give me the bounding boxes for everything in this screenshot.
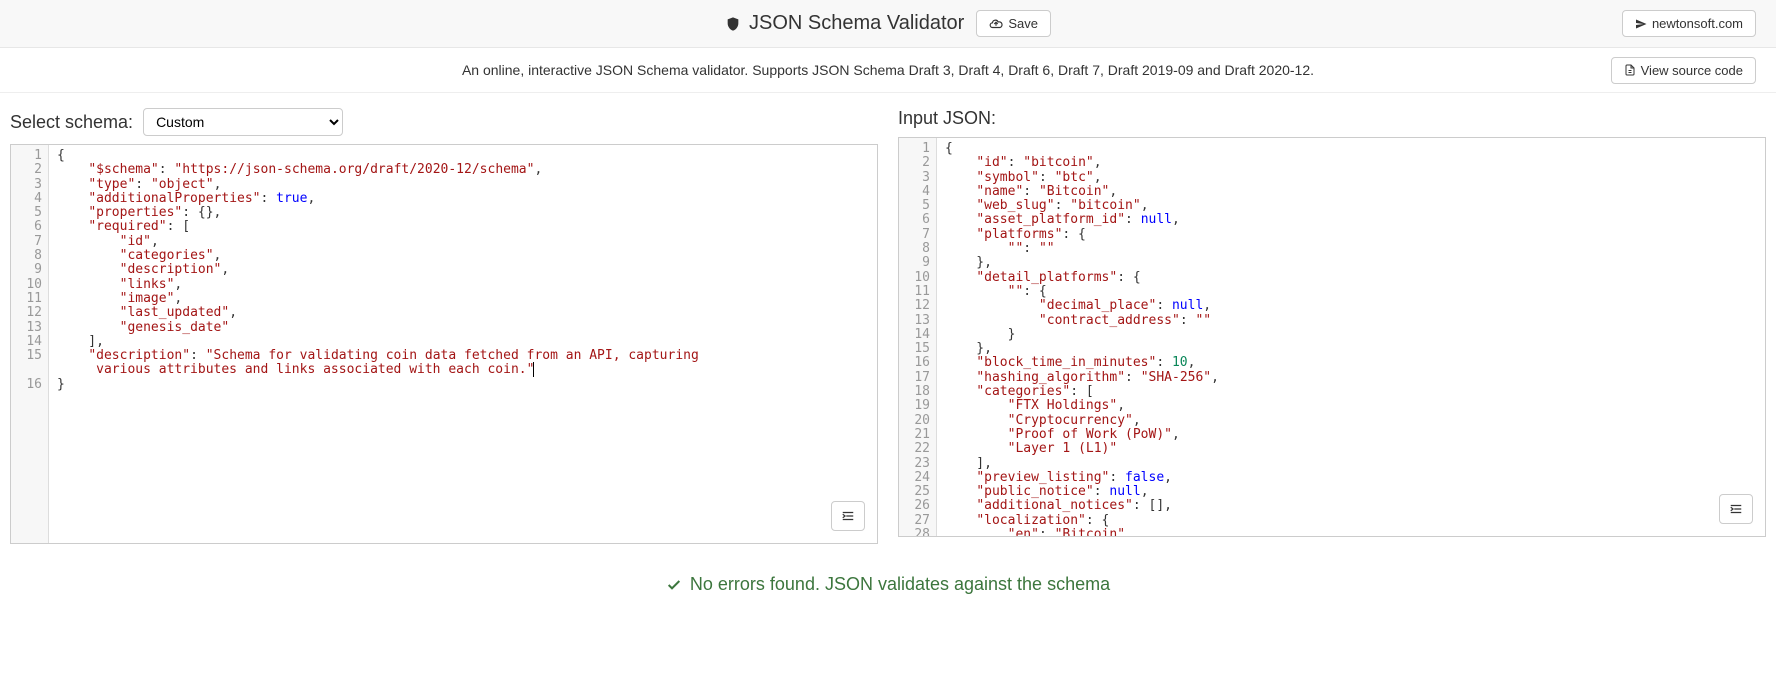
- json-pane: Input JSON: 1234567891011121314151617181…: [898, 108, 1766, 544]
- main: Select schema: Custom 123456789101112131…: [0, 93, 1776, 559]
- json-format-button[interactable]: [1719, 494, 1753, 524]
- schema-gutter: 123456789101112131415 16: [11, 145, 49, 543]
- json-editor[interactable]: 1234567891011121314151617181920212223242…: [898, 137, 1766, 537]
- check-icon: [666, 577, 682, 593]
- app-title-text: JSON Schema Validator: [749, 12, 964, 35]
- schema-pane-header: Select schema: Custom: [10, 108, 878, 136]
- paper-plane-icon: [1635, 18, 1647, 30]
- cloud-upload-icon: [989, 17, 1003, 31]
- json-pane-label: Input JSON:: [898, 108, 996, 129]
- topbar-center: JSON Schema Validator Save: [725, 10, 1051, 37]
- app-title: JSON Schema Validator: [725, 12, 964, 35]
- result-bar: No errors found. JSON validates against …: [0, 559, 1776, 611]
- topbar: JSON Schema Validator Save newtonsoft.co…: [0, 0, 1776, 48]
- external-link-text: newtonsoft.com: [1652, 16, 1743, 31]
- indent-icon: [840, 509, 856, 523]
- file-icon: [1624, 64, 1636, 76]
- schema-pane-label: Select schema:: [10, 112, 133, 133]
- result-message: No errors found. JSON validates against …: [690, 574, 1110, 595]
- save-label: Save: [1008, 16, 1038, 31]
- schema-pane: Select schema: Custom 123456789101112131…: [10, 108, 878, 544]
- result-text: No errors found. JSON validates against …: [666, 574, 1110, 595]
- schema-format-button[interactable]: [831, 501, 865, 531]
- json-code[interactable]: { "id": "bitcoin", "symbol": "btc", "nam…: [937, 138, 1765, 536]
- schema-editor[interactable]: 123456789101112131415 16 { "$schema": "h…: [10, 144, 878, 544]
- external-link-button[interactable]: newtonsoft.com: [1622, 10, 1756, 37]
- view-source-button[interactable]: View source code: [1611, 57, 1756, 84]
- schema-select[interactable]: Custom: [143, 108, 343, 136]
- json-gutter: 1234567891011121314151617181920212223242…: [899, 138, 937, 536]
- description-text: An online, interactive JSON Schema valid…: [462, 62, 1314, 78]
- view-source-label: View source code: [1641, 63, 1743, 78]
- shield-icon: [725, 15, 741, 33]
- description-bar: An online, interactive JSON Schema valid…: [0, 48, 1776, 93]
- json-pane-header: Input JSON:: [898, 108, 1766, 129]
- indent-icon: [1728, 502, 1744, 516]
- topbar-right: newtonsoft.com: [1622, 10, 1756, 37]
- schema-code[interactable]: { "$schema": "https://json-schema.org/dr…: [49, 145, 877, 543]
- save-button[interactable]: Save: [976, 10, 1051, 37]
